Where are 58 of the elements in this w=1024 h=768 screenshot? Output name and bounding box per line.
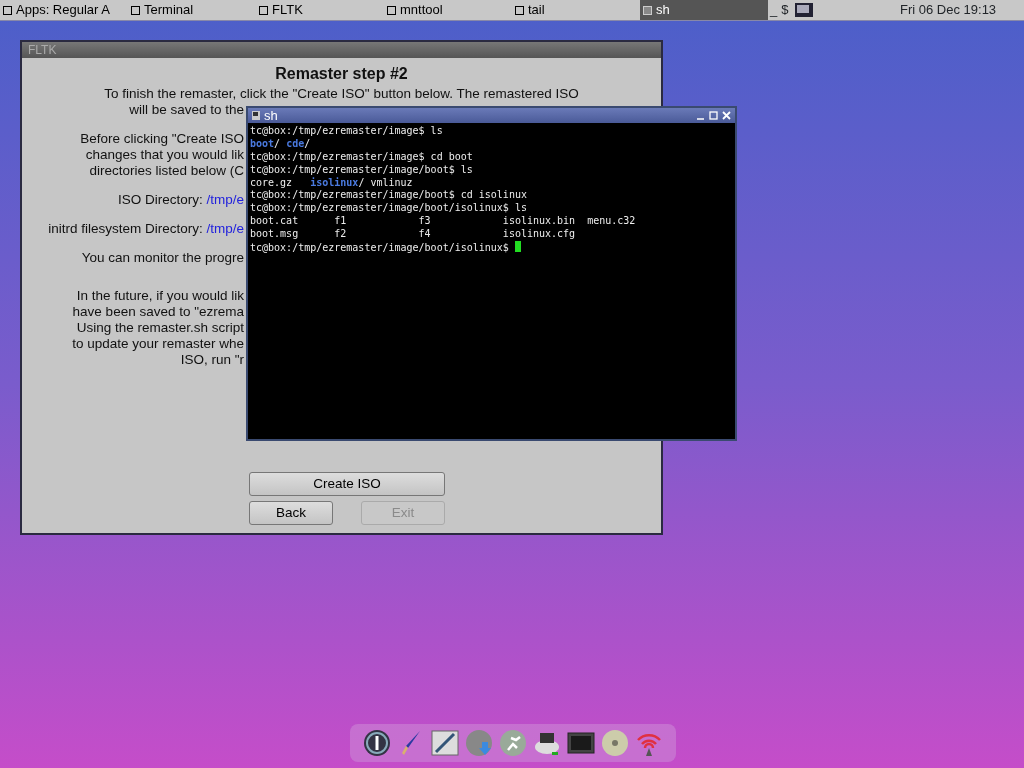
window-icon [259, 5, 268, 15]
terminal-text: boot.cat f1 f3 isolinux.bin menu.c32 [250, 215, 636, 227]
label-text: initrd filesystem Directory: [48, 221, 203, 236]
clock: Fri 06 Dec 19:13 [899, 1, 998, 20]
description-text: In the future, if you would lik [75, 288, 244, 304]
description-text: have been saved to "ezrema [71, 304, 244, 320]
window-icon [131, 5, 140, 15]
taskbar-button[interactable]: Apps: Regular A [0, 0, 128, 20]
tray-item[interactable]: $ [779, 0, 791, 20]
monitor-icon[interactable] [794, 2, 815, 18]
dialog-button[interactable]: Back [249, 501, 333, 525]
heading: Remaster step #2 [275, 64, 408, 83]
directory-link[interactable]: /tmp/e [206, 192, 244, 207]
directory-name: cde [286, 137, 305, 149]
window-title: FLTK [22, 42, 661, 58]
window-icon [643, 5, 652, 15]
terminal-text: tc@box:/tmp/ezremaster/image/boot$ ls [250, 163, 473, 175]
text-cursor [514, 241, 521, 252]
editor-icon[interactable] [430, 728, 460, 758]
dialog-button[interactable]: Create ISO [249, 472, 445, 496]
description-text: Using the remaster.sh script [75, 320, 244, 336]
disc-icon[interactable] [600, 728, 630, 758]
window-icon [387, 5, 396, 15]
terminal-text: / vmlinuz [358, 176, 413, 188]
terminal-text: tc@box:/tmp/ezremaster/image/boot$ cd isolinux [250, 189, 527, 201]
taskbar-button[interactable]: FLTK [256, 0, 384, 20]
maximize-icon[interactable] [709, 111, 718, 120]
description-text: will be saved to the [128, 102, 244, 118]
description-text: Before clicking "Create ISO [79, 131, 244, 147]
window-icon [3, 5, 12, 15]
terminal-text: tc@box:/tmp/ezremaster/image$ ls [250, 125, 443, 136]
description-text: to update your remaster whe [71, 336, 244, 352]
directory-link[interactable]: /tmp/e [206, 221, 244, 236]
terminal-text: / [274, 137, 282, 149]
terminal-icon [252, 111, 260, 120]
description-text: ISO, run "r [179, 352, 244, 368]
terminal-text: tc@box:/tmp/ezremaster/image$ cd boot [250, 150, 473, 162]
taskbar-button[interactable]: sh [640, 0, 768, 20]
taskbar-button[interactable]: tail [512, 0, 640, 20]
description-text: directories listed below (C [88, 163, 244, 179]
close-icon[interactable] [722, 111, 731, 120]
description-text: You can monitor the progre [80, 250, 244, 266]
tray-item[interactable]: _ [768, 0, 780, 20]
terminal-text: boot.msg f2 f4 isolinux.cfg [250, 228, 576, 240]
description-text: changes that you would lik [84, 147, 244, 163]
taskbar-button[interactable]: mnttool [384, 0, 512, 20]
terminal-text: tc@box:/tmp/ezremaster/image/boot/isolinux$ ls [250, 202, 527, 214]
terminal-text: core.gz [250, 176, 294, 188]
terminal-text: / [304, 137, 311, 149]
taskbar-button[interactable]: Terminal [128, 0, 256, 20]
label-text: ISO Directory: [117, 192, 203, 207]
terminal-text: tc@box:/tmp/ezremaster/image/boot/isolinux$ [250, 242, 510, 253]
intro-text: To finish the remaster, click the "Create ISO" button below. The remastered ISO [104, 86, 579, 102]
power-icon[interactable] [362, 728, 392, 758]
directory-name: boot [250, 137, 275, 149]
window-title: sh [264, 108, 278, 123]
directory-name: isolinux [310, 176, 359, 188]
window-icon [515, 5, 524, 15]
